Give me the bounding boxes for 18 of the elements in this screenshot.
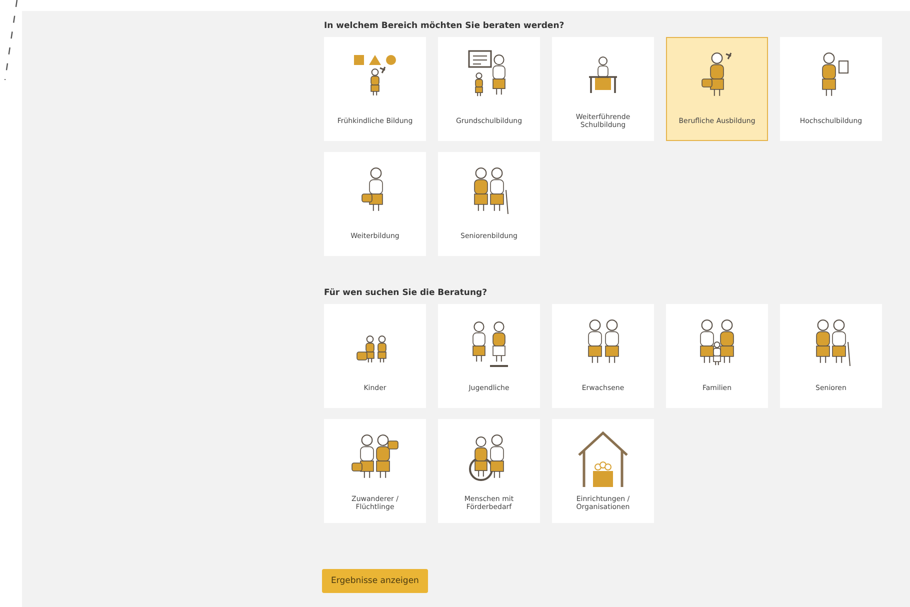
student-at-desk-drawing [588, 56, 618, 94]
two-adults-drawing [588, 320, 619, 364]
migrants-drawing [352, 434, 398, 478]
two-seniors-drawing [816, 320, 850, 366]
family-drawing [700, 320, 734, 366]
section-heading: Für wen suchen Sie die Beratung? [324, 288, 488, 298]
teacher-and-child-drawing [468, 50, 506, 97]
show-results-button[interactable]: Ergebnisse anzeigen [322, 569, 428, 593]
person-with-bag-drawing [362, 168, 383, 212]
section-heading: In welchem Bereich möchten Sie beraten werden? [324, 21, 564, 31]
two-seniors-drawing [474, 168, 508, 214]
house-with-people-drawing [578, 431, 628, 488]
two-children-drawing [356, 336, 386, 363]
wheelchair-drawing [469, 434, 504, 481]
graduate-drawing [822, 52, 848, 96]
worker-with-bag-drawing [702, 52, 732, 96]
shapes-and-child-drawing [354, 55, 396, 96]
two-teenagers-drawing [472, 322, 508, 367]
